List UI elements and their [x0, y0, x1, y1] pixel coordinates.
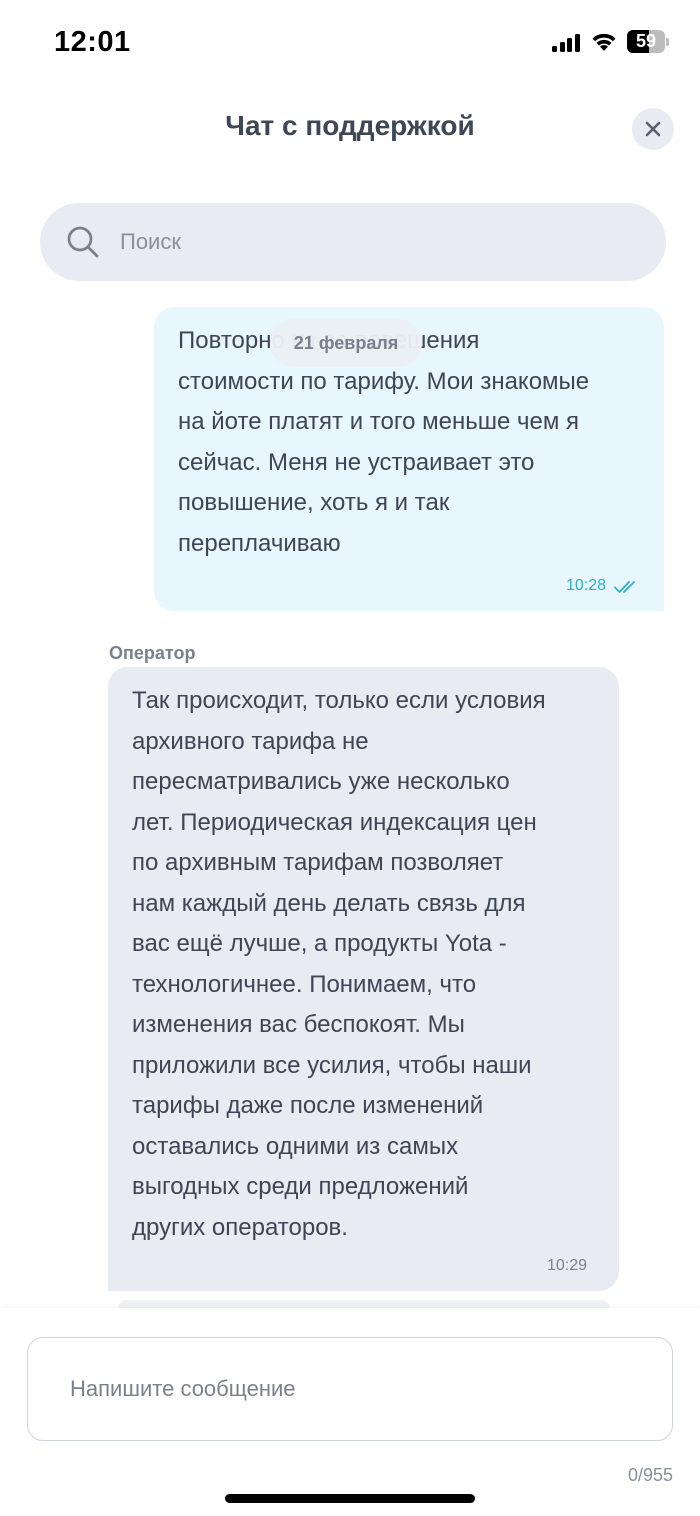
home-indicator[interactable]	[225, 1494, 475, 1503]
composer: 0/955	[0, 1308, 700, 1516]
wifi-icon	[592, 33, 616, 51]
date-badge: 21 февраля	[270, 319, 422, 367]
search-input[interactable]	[120, 203, 640, 281]
message-time: 10:29	[546, 1257, 587, 1274]
signal-icon	[552, 34, 580, 52]
status-bar: 12:01 59	[0, 0, 700, 84]
search-bar[interactable]	[40, 203, 666, 281]
status-time: 12:01	[54, 26, 131, 58]
message-input[interactable]	[27, 1337, 673, 1441]
double-check-icon	[614, 581, 635, 593]
close-button[interactable]	[632, 108, 674, 150]
sender-label: Оператор	[109, 643, 196, 663]
message-text: Так происходит, только если условия архи…	[132, 687, 546, 1241]
close-icon	[645, 121, 661, 137]
page-title: Чат с поддержкой	[225, 110, 475, 141]
char-counter: 0/955	[627, 1465, 673, 1485]
battery-icon: 59	[627, 30, 669, 53]
message-time: 10:28	[565, 577, 606, 594]
search-icon	[67, 226, 99, 258]
incoming-message[interactable]: Так происходит, только если условия архи…	[108, 667, 619, 1291]
battery-percent: 59	[635, 31, 657, 51]
